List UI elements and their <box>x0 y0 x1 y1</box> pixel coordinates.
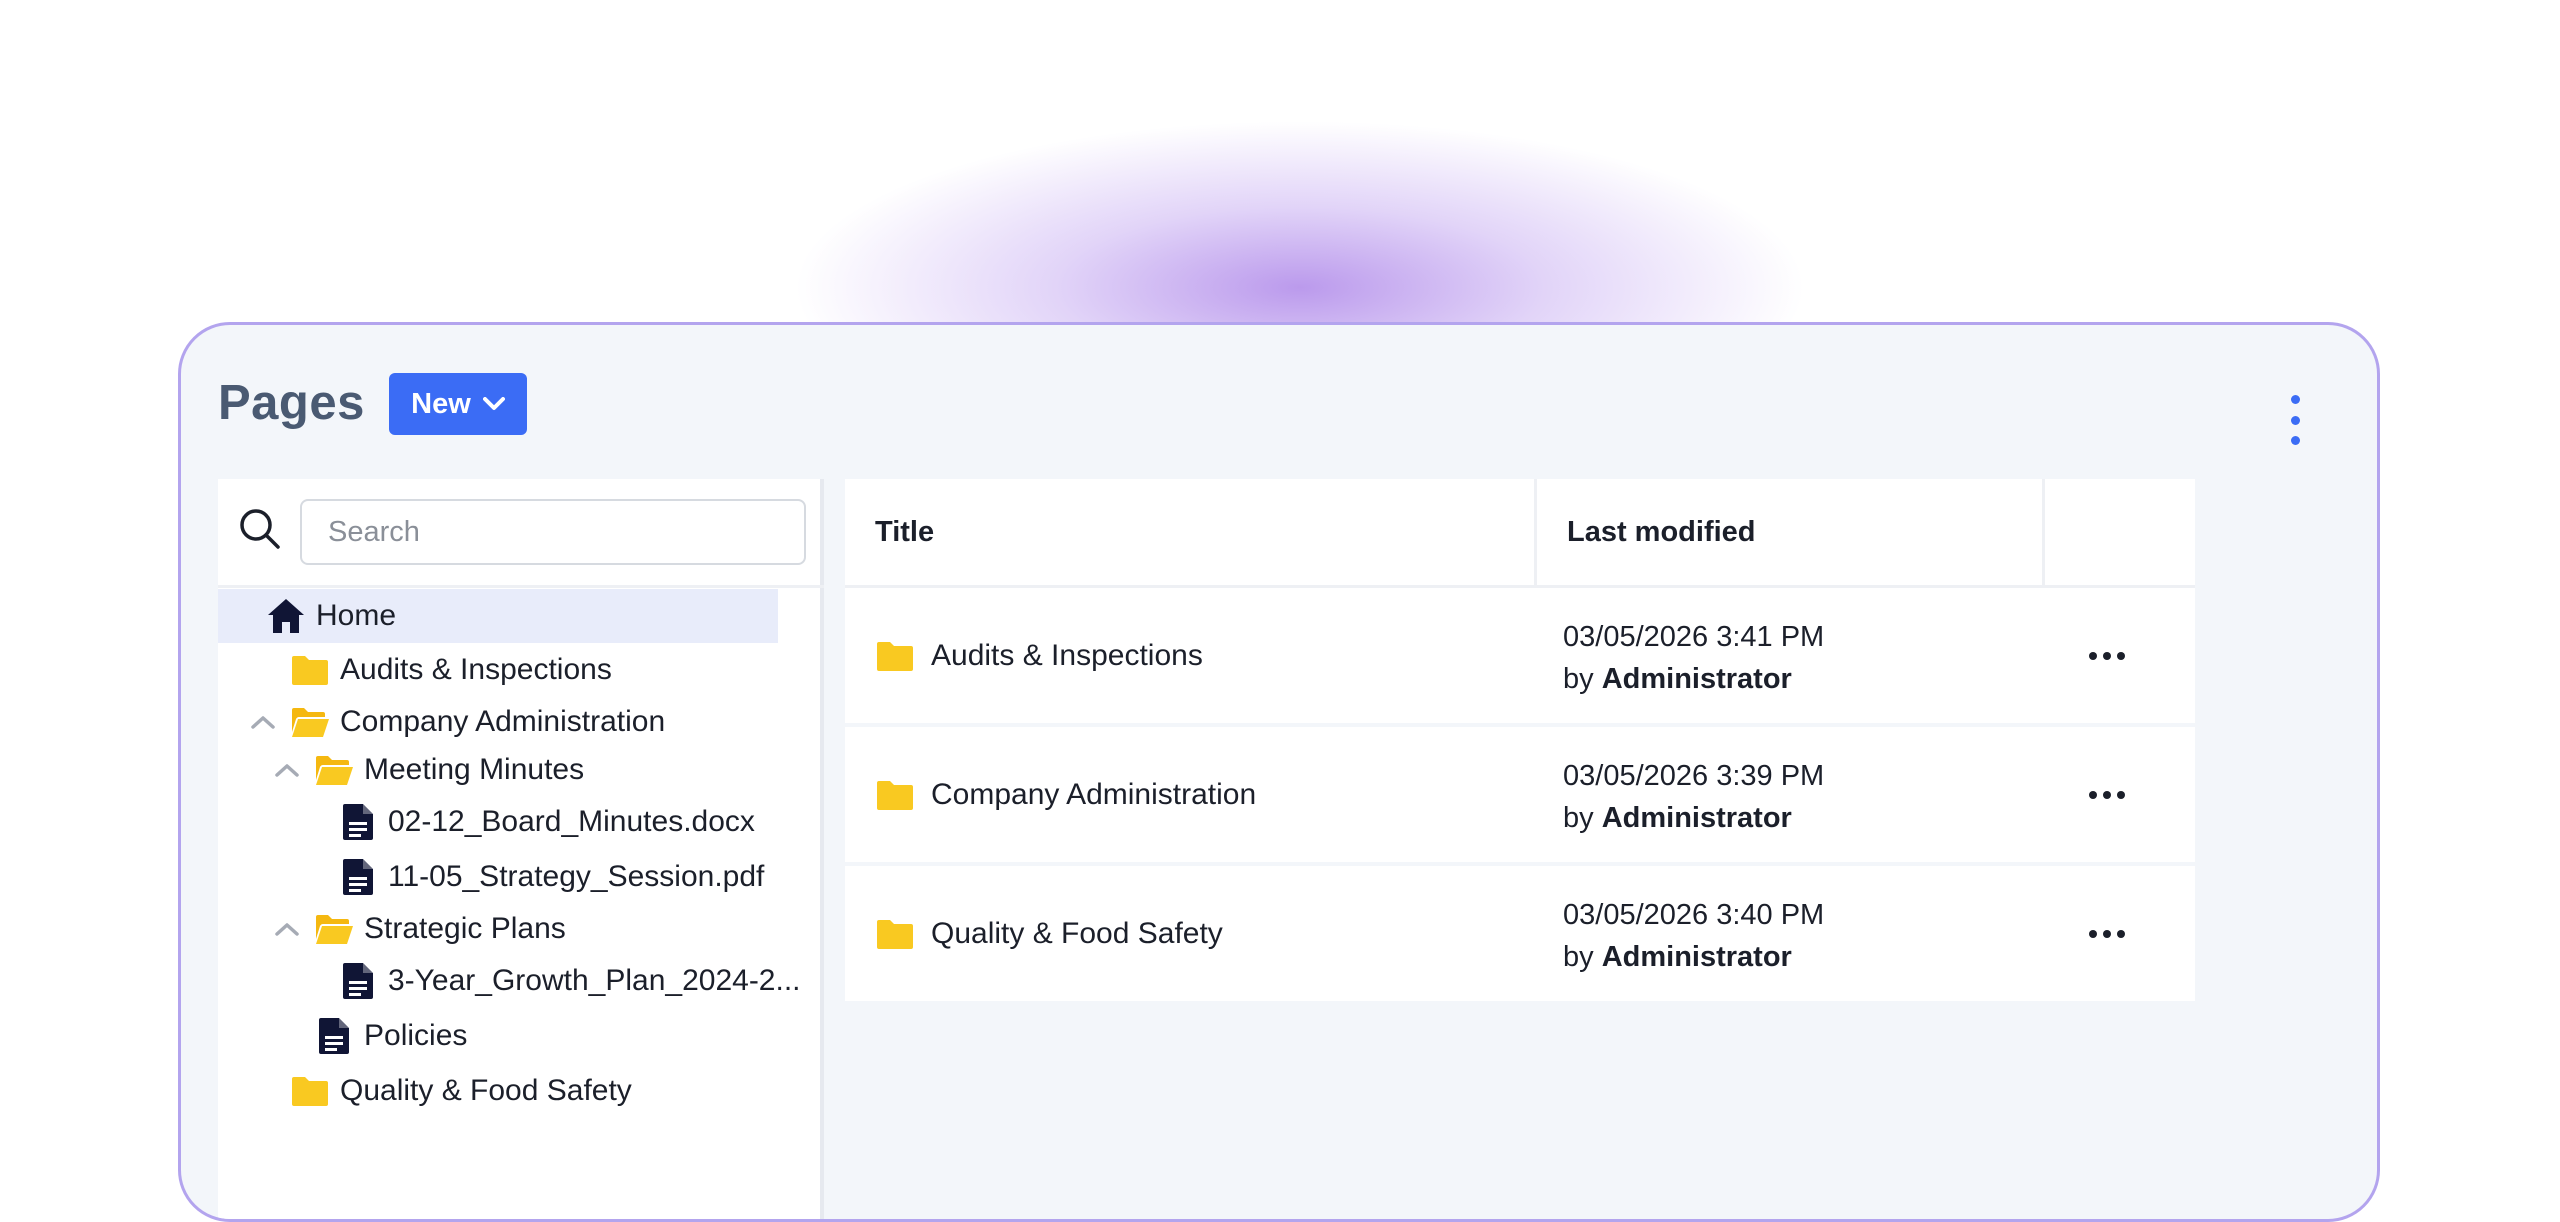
document-icon <box>314 1018 354 1054</box>
row-last-modified: 03/05/2026 3:39 PM by Administrator <box>1563 755 1824 839</box>
page-tree-sidebar: Home Audits & Inspections Company Admini… <box>218 479 824 1219</box>
tree-item-audits-inspections[interactable]: Audits & Inspections <box>290 643 612 697</box>
folder-icon <box>290 1074 330 1108</box>
tree-item-label: Quality & Food Safety <box>340 1074 632 1107</box>
tree-item-label: 3-Year_Growth_Plan_2024-2... <box>388 964 801 997</box>
folder-icon <box>875 917 915 951</box>
table-row[interactable]: Quality & Food Safety 03/05/2026 3:40 PM… <box>845 866 2195 1005</box>
document-icon <box>338 963 378 999</box>
new-button-label: New <box>411 387 471 420</box>
folder-icon <box>875 639 915 673</box>
row-by: by <box>1563 663 1594 695</box>
folder-icon <box>875 778 915 812</box>
folder-open-icon <box>314 753 354 787</box>
tree-item-label: 02-12_Board_Minutes.docx <box>388 805 755 838</box>
folder-icon <box>290 653 330 687</box>
row-author: Administrator <box>1601 941 1792 973</box>
chevron-up-icon[interactable] <box>250 712 276 732</box>
row-actions-ellipsis-icon[interactable] <box>2077 916 2137 952</box>
search-input[interactable] <box>300 499 806 565</box>
column-header-title[interactable]: Title <box>845 479 1537 585</box>
row-author: Administrator <box>1601 663 1792 695</box>
row-by: by <box>1563 941 1594 973</box>
folder-open-icon <box>290 705 330 739</box>
row-time: 3:40 PM <box>1716 899 1825 931</box>
pages-table: Title Last modified Audits & Inspections… <box>845 479 2195 1005</box>
tree-item-policies[interactable]: Policies <box>314 1009 467 1063</box>
row-date: 03/05/2026 <box>1563 760 1709 792</box>
tree-item-label: Audits & Inspections <box>340 653 612 686</box>
tree-item-home[interactable]: Home <box>218 589 778 643</box>
row-title-cell[interactable]: Quality & Food Safety <box>875 866 1223 1001</box>
row-time: 3:41 PM <box>1716 621 1825 653</box>
folder-open-icon <box>314 912 354 946</box>
row-title: Quality & Food Safety <box>931 916 1223 950</box>
chevron-up-icon[interactable] <box>274 919 300 939</box>
tree-item-label: 11-05_Strategy_Session.pdf <box>388 860 765 893</box>
page-title: Pages <box>218 376 365 430</box>
tree-item-strategy-session-doc[interactable]: 11-05_Strategy_Session.pdf <box>338 850 764 904</box>
row-date: 03/05/2026 <box>1563 621 1709 653</box>
row-title-cell[interactable]: Audits & Inspections <box>875 588 1203 723</box>
row-last-modified: 03/05/2026 3:41 PM by Administrator <box>1563 616 1824 700</box>
new-button[interactable]: New <box>389 373 527 435</box>
row-author: Administrator <box>1601 802 1792 834</box>
table-row[interactable]: Company Administration 03/05/2026 3:39 P… <box>845 727 2195 866</box>
table-row[interactable]: Audits & Inspections 03/05/2026 3:41 PM … <box>845 588 2195 727</box>
table-header: Title Last modified <box>845 479 2195 588</box>
tree-item-label: Meeting Minutes <box>364 753 585 786</box>
document-icon <box>338 804 378 840</box>
row-title: Company Administration <box>931 777 1257 811</box>
column-header-label: Last modified <box>1567 515 1756 548</box>
tree-item-quality-food-safety[interactable]: Quality & Food Safety <box>290 1064 632 1118</box>
row-by: by <box>1563 802 1594 834</box>
tree-item-board-minutes-doc[interactable]: 02-12_Board_Minutes.docx <box>338 795 755 849</box>
row-actions-ellipsis-icon[interactable] <box>2077 638 2137 674</box>
more-options-kebab-icon[interactable] <box>2285 395 2305 445</box>
home-icon <box>266 599 306 633</box>
row-time: 3:39 PM <box>1716 760 1825 792</box>
search-bar <box>218 479 824 588</box>
column-header-label: Title <box>875 515 935 548</box>
chevron-up-icon[interactable] <box>274 760 300 780</box>
tree-item-company-administration[interactable]: Company Administration <box>250 695 665 749</box>
document-icon <box>338 859 378 895</box>
tree-item-label: Company Administration <box>340 705 666 738</box>
column-header-actions <box>2045 479 2195 585</box>
tree-item-strategic-plans[interactable]: Strategic Plans <box>274 902 566 956</box>
row-title: Audits & Inspections <box>931 638 1203 672</box>
row-actions-ellipsis-icon[interactable] <box>2077 777 2137 813</box>
tree-item-growth-plan-doc[interactable]: 3-Year_Growth_Plan_2024-2... <box>338 954 801 1008</box>
chevron-down-icon <box>482 397 505 411</box>
pages-panel: Pages New Home <box>178 322 2380 1222</box>
row-title-cell[interactable]: Company Administration <box>875 727 1256 862</box>
tree-item-label: Home <box>316 599 397 632</box>
row-last-modified: 03/05/2026 3:40 PM by Administrator <box>1563 894 1824 978</box>
row-date: 03/05/2026 <box>1563 899 1709 931</box>
tree-item-label: Policies <box>364 1019 468 1052</box>
search-icon <box>238 507 282 551</box>
column-header-last-modified[interactable]: Last modified <box>1537 479 2045 585</box>
tree-item-meeting-minutes[interactable]: Meeting Minutes <box>274 743 584 797</box>
tree-item-label: Strategic Plans <box>364 912 566 945</box>
